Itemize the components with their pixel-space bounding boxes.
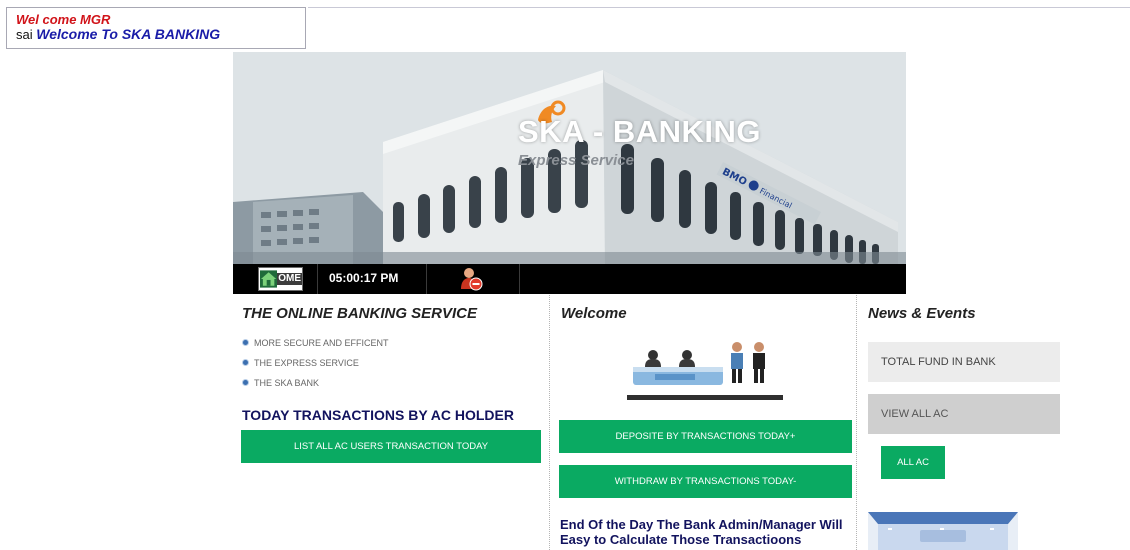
today-transactions-heading: TODAY TRANSACTIONS BY AC HOLDER [242,407,514,423]
list-item: THE SKA BANK [243,378,389,398]
column-divider [856,295,857,550]
online-banking-heading: THE ONLINE BANKING SERVICE [242,305,478,322]
deposit-transactions-button[interactable]: DEPOSITE BY TRANSACTIONS TODAY+ [559,420,852,453]
news-events-column: News & Events TOTAL FUND IN BANK VIEW AL… [868,294,1068,550]
view-all-ac-link[interactable]: VIEW ALL AC [868,394,1060,434]
welcome-message: Welcome To SKA BANKING [36,26,221,42]
bank-counter-illustration [627,342,783,400]
list-item-label: THE SKA BANK [254,378,320,388]
all-ac-button[interactable]: ALL AC [881,446,945,479]
bullet-icon [243,360,248,365]
nav-bar: OME 05:00:17 PM [233,264,906,294]
online-banking-column: THE ONLINE BANKING SERVICE MORE SECURE A… [241,294,547,550]
nav-separator [426,264,427,294]
welcome-heading: Welcome [561,305,627,322]
column-divider [549,295,550,550]
user-logout-icon[interactable] [459,267,483,291]
total-fund-link[interactable]: TOTAL FUND IN BANK [868,342,1060,382]
nav-separator [519,264,520,294]
list-item: MORE SECURE AND EFFICENT [243,338,389,358]
list-item-label: THE EXPRESS SERVICE [254,358,359,368]
nav-separator [317,264,318,294]
end-of-day-text: End Of the Day The Bank Admin/Manager Wi… [560,517,843,547]
home-icon [260,270,278,288]
home-label: OME [277,273,302,285]
news-events-heading: News & Events [868,305,976,322]
clock: 05:00:17 PM [329,271,399,285]
welcome-column: Welcome DEPOSITE BY TRANSACTIONS TODAY+ … [559,294,852,550]
list-all-ac-users-button[interactable]: LIST ALL AC USERS TRANSACTION TODAY [241,430,541,463]
withdraw-transactions-button[interactable]: WITHDRAW BY TRANSACTIONS TODAY- [559,465,852,498]
banner-title: SKA - BANKING [518,114,762,149]
banner-subtitle: Express Service [518,152,634,169]
bullet-icon [243,340,248,345]
top-rule [308,7,1130,8]
feature-list: MORE SECURE AND EFFICENT THE EXPRESS SER… [243,338,389,398]
welcome-role: Wel come MGR [16,12,111,27]
banner: BMO Financial SKA - BANKING Express Serv… [233,52,906,264]
list-item-label: MORE SECURE AND EFFICENT [254,338,389,348]
welcome-box: Wel come MGR sai Welcome To SKA BANKING [6,7,306,49]
welcome-line: sai Welcome To SKA BANKING [16,26,221,43]
home-button[interactable]: OME [258,267,303,291]
bullet-icon [243,380,248,385]
user-name: sai [16,27,33,42]
list-item: THE EXPRESS SERVICE [243,358,389,378]
atm-machine-image [868,512,1018,550]
